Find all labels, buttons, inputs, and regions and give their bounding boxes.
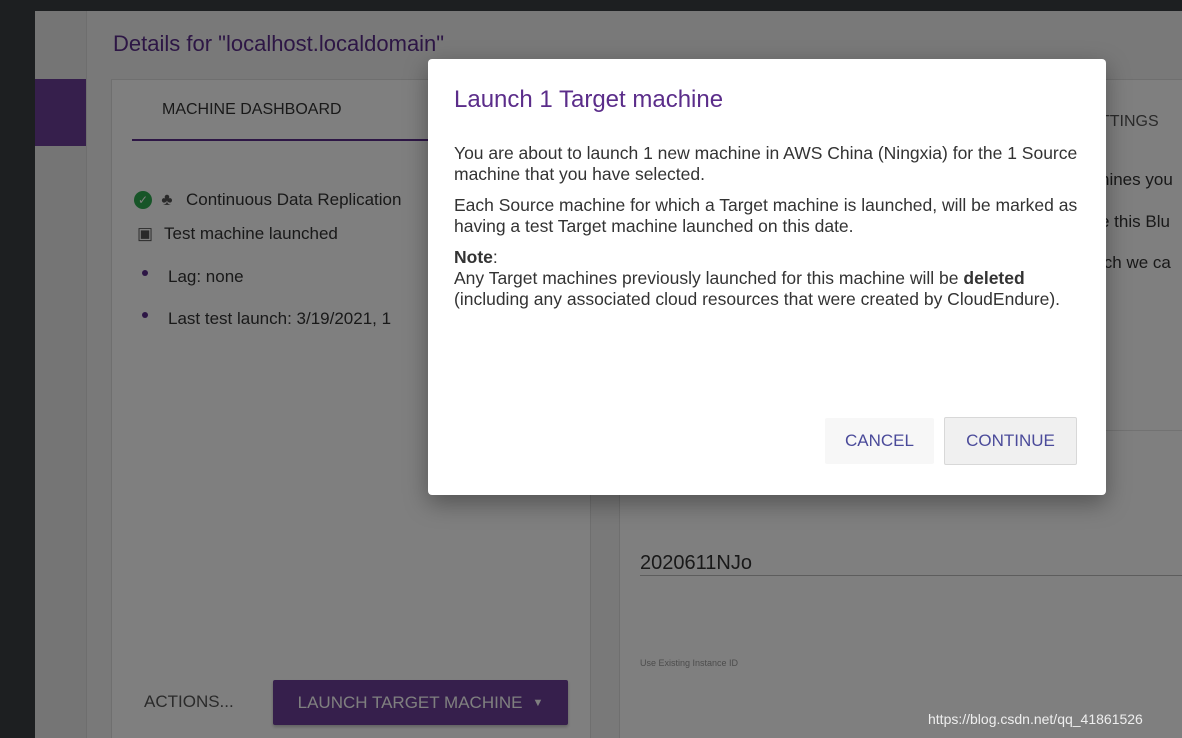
continue-button[interactable]: CONTINUE xyxy=(944,417,1077,465)
note-colon: : xyxy=(492,247,498,267)
dialog-body: You are about to launch 1 new machine in… xyxy=(454,143,1084,310)
note-text: (including any associated cloud resource… xyxy=(454,289,1061,309)
note-bold: deleted xyxy=(963,268,1025,288)
dialog-paragraph: You are about to launch 1 new machine in… xyxy=(454,143,1078,184)
launch-dialog: Launch 1 Target machine You are about to… xyxy=(428,59,1106,495)
cancel-button[interactable]: CANCEL xyxy=(825,418,934,464)
dialog-paragraph: Each Source machine for which a Target m… xyxy=(454,195,1078,236)
watermark: https://blog.csdn.net/qq_41861526 xyxy=(928,711,1143,727)
note-heading: Note xyxy=(454,247,493,267)
dialog-title: Launch 1 Target machine xyxy=(454,86,724,113)
note-text: Any Target machines previously launched … xyxy=(454,268,959,288)
dialog-note: Note: Any Target machines previously lau… xyxy=(454,247,1084,310)
